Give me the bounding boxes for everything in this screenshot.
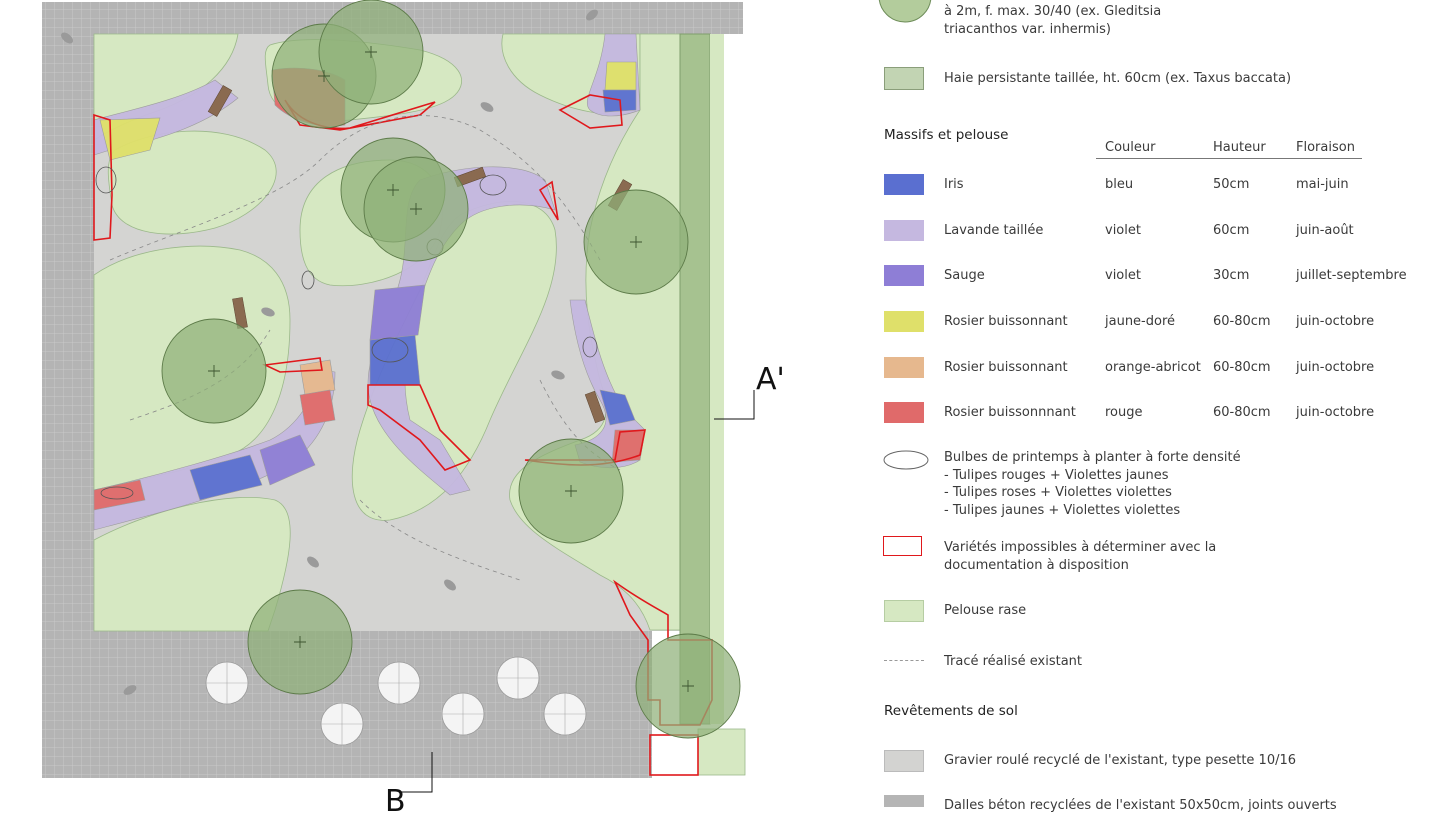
legend-tree-line1: à 2m, f. max. 30/40 (ex. Gleditsia bbox=[944, 4, 1162, 19]
flower-band-center-blue bbox=[369, 334, 421, 386]
legend-bulbs-line: - Tulipes jaunes + Violettes violettes bbox=[944, 503, 1181, 518]
plant-bloom: mai-juin bbox=[1296, 177, 1349, 192]
flower-band-red-left bbox=[299, 389, 336, 426]
plant-bloom: juin-octobre bbox=[1296, 405, 1375, 420]
legend-bulbs-line: - Tulipes roses + Violettes violettes bbox=[944, 485, 1172, 500]
legend-bulbs-line: - Tulipes rouges + Violettes jaunes bbox=[944, 468, 1169, 483]
legend-unknown-line2: documentation à disposition bbox=[944, 558, 1129, 573]
garden-plan bbox=[42, 0, 755, 793]
plant-color: jaune-doré bbox=[1105, 314, 1176, 329]
column-header-rule bbox=[1096, 158, 1362, 159]
plant-height: 60-80cm bbox=[1213, 314, 1271, 329]
legend-tree-line2: triacanthos var. inhermis) bbox=[944, 22, 1111, 37]
plant-height: 60-80cm bbox=[1213, 405, 1271, 420]
flower-band-yellow-right bbox=[604, 61, 637, 91]
plant-name: Rosier buissonnant bbox=[944, 360, 1068, 375]
plant-name: Iris bbox=[944, 177, 964, 192]
plant-bloom: juin-octobre bbox=[1296, 360, 1375, 375]
legend-gravel: Gravier roulé recyclé de l'existant, typ… bbox=[944, 753, 1297, 768]
unknown-outline-corner bbox=[649, 734, 699, 776]
legend-massifs-title: Massifs et pelouse bbox=[884, 127, 1009, 143]
gravel-swatch bbox=[884, 750, 924, 772]
plant-swatch-iris bbox=[884, 174, 924, 195]
hedge bbox=[679, 33, 711, 725]
plant-swatch-rosier-rouge bbox=[884, 402, 924, 423]
section-label-b: B bbox=[385, 784, 406, 819]
plant-swatch-lavande bbox=[884, 220, 924, 241]
plant-bloom: juin-août bbox=[1296, 223, 1354, 238]
plant-name: Rosier buissonnant bbox=[944, 314, 1068, 329]
plant-swatch-sauge bbox=[884, 265, 924, 286]
plant-height: 60-80cm bbox=[1213, 360, 1271, 375]
plant-name: Sauge bbox=[944, 268, 985, 283]
legend-lawn: Pelouse rase bbox=[944, 603, 1027, 618]
bulbs-swatch bbox=[883, 450, 929, 470]
existing-trace-swatch bbox=[884, 660, 924, 661]
lawn-corner bbox=[697, 728, 746, 776]
plant-name: Lavande taillée bbox=[944, 223, 1044, 238]
plant-height: 30cm bbox=[1213, 268, 1250, 283]
column-header-bloom: Floraison bbox=[1296, 140, 1355, 155]
legend-surfaces-title: Revêtements de sol bbox=[884, 703, 1018, 719]
plant-swatch-rosier-jaune bbox=[884, 311, 924, 332]
column-header-height: Hauteur bbox=[1213, 140, 1266, 155]
hedge-swatch bbox=[884, 67, 924, 90]
slabs-swatch bbox=[884, 795, 924, 807]
tree-swatch bbox=[878, 0, 932, 23]
plant-swatch-rosier-orange bbox=[884, 357, 924, 378]
legend-existing-trace: Tracé réalisé existant bbox=[944, 654, 1083, 669]
legend-bulbs-title: Bulbes de printemps à planter à forte de… bbox=[944, 450, 1241, 465]
plant-name: Rosier buissonnnant bbox=[944, 405, 1076, 420]
section-label-a: A' bbox=[756, 362, 785, 397]
plant-height: 60cm bbox=[1213, 223, 1250, 238]
plant-color: orange-abricot bbox=[1105, 360, 1201, 375]
column-header-color: Couleur bbox=[1105, 140, 1156, 155]
plant-color: violet bbox=[1105, 268, 1141, 283]
plant-color: violet bbox=[1105, 223, 1141, 238]
plant-color: rouge bbox=[1105, 405, 1143, 420]
plant-bloom: juillet-septembre bbox=[1296, 268, 1407, 283]
plant-color: bleu bbox=[1105, 177, 1134, 192]
plant-height: 50cm bbox=[1213, 177, 1250, 192]
flower-band-center-purple bbox=[369, 284, 426, 341]
legend-unknown-line1: Variétés impossibles à déterminer avec l… bbox=[944, 540, 1217, 555]
lawn-strip bbox=[710, 34, 724, 724]
legend-slabs: Dalles béton recyclées de l'existant 50x… bbox=[944, 798, 1337, 813]
lawn-swatch bbox=[884, 600, 924, 622]
unknown-varieties-swatch bbox=[883, 536, 922, 556]
legend-hedge: Haie persistante taillée, ht. 60cm (ex. … bbox=[944, 71, 1292, 86]
plant-bloom: juin-octobre bbox=[1296, 314, 1375, 329]
